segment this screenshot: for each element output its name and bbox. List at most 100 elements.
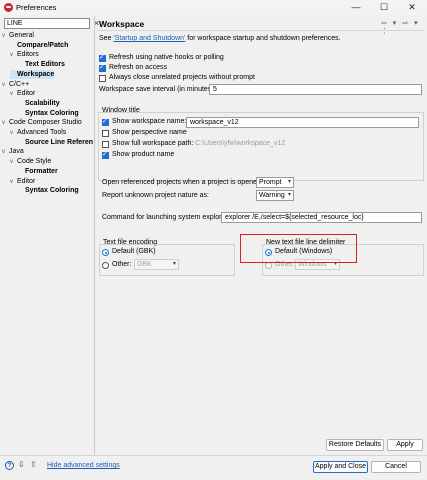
show-product-name-label: Show product name <box>112 151 175 158</box>
export-icon[interactable]: ⇧ <box>30 460 37 469</box>
tree-item-label: Editor <box>17 177 36 185</box>
page-title: Workspace <box>99 19 145 29</box>
show-perspective-checkbox[interactable] <box>102 130 109 137</box>
tree-item-label: Editors <box>17 51 39 59</box>
tree-item-label: Code Composer Studio <box>9 119 82 127</box>
title-divider <box>97 30 424 31</box>
chevron-down-icon: ▾ <box>287 179 291 185</box>
hide-advanced-link[interactable]: Hide advanced settings <box>47 462 120 469</box>
window-title: Preferences <box>16 3 57 12</box>
open-referenced-label: Open referenced projects when a project … <box>102 179 263 186</box>
refresh-native-label: Refresh using native hooks or polling <box>109 54 224 61</box>
intro-text: See 'Startup and Shutdown' for workspace… <box>99 35 341 42</box>
preference-tree: v General Compare/Patch v Editors Text Editor… <box>0 31 104 449</box>
tree-item-label: Source Line Referen <box>25 138 94 146</box>
tree-item[interactable]: Scalability <box>18 99 60 108</box>
restore-defaults-button[interactable]: Restore Defaults <box>326 439 384 451</box>
report-nature-label: Report unknown project nature as: <box>102 192 210 199</box>
refresh-on-access-label: Refresh on access <box>109 64 167 71</box>
tree-item-label: Code Style <box>17 158 52 166</box>
show-full-path-label: Show full workspace path: <box>112 140 194 147</box>
refresh-native-checkbox[interactable] <box>99 53 106 62</box>
history-nav-icons[interactable]: ⇦ ▾ ⇨ ▾ ⋮ <box>381 19 424 35</box>
apply-button[interactable]: Apply <box>387 439 423 451</box>
tree-item[interactable]: v Code Composer Studio <box>2 118 82 127</box>
expand-chevron-icon[interactable]: v <box>10 51 17 60</box>
explorer-command-label: Command for launching system explorer: <box>102 214 230 221</box>
maximize-button[interactable]: ☐ <box>370 1 398 14</box>
expand-chevron-icon[interactable]: v <box>2 32 9 41</box>
report-nature-combo[interactable]: Warning ▾ <box>256 190 294 201</box>
expand-chevron-icon[interactable]: v <box>10 158 17 167</box>
tree-item[interactable]: v Editors <box>10 50 39 59</box>
tree-item[interactable]: Formatter <box>18 167 58 176</box>
tree-item-label: C/C++ <box>9 80 30 88</box>
filter-input[interactable]: LINE <box>4 18 90 29</box>
tree-item[interactable]: v Advanced Tools <box>10 128 66 137</box>
expand-chevron-icon[interactable]: v <box>10 178 17 187</box>
intro-post: for workspace startup and shutdown prefe… <box>185 35 341 42</box>
expand-chevron-icon[interactable]: v <box>10 90 17 99</box>
show-workspace-name-label: Show workspace name: <box>112 118 187 125</box>
tree-item[interactable]: Workspace <box>10 69 55 79</box>
encoding-default-label: Default (GBK) <box>112 248 156 255</box>
tree-item-label: Scalability <box>25 99 60 107</box>
tree-item-label: Formatter <box>25 167 58 175</box>
tree-item[interactable]: v Java <box>2 147 24 156</box>
tree-item-label: Editor <box>17 90 36 98</box>
show-perspective-label: Show perspective name <box>112 129 187 136</box>
always-close-checkbox[interactable] <box>99 75 106 82</box>
tree-item-label: Java <box>9 148 24 156</box>
explorer-command-input[interactable]: explorer /E,/select=${selected_resource_… <box>221 212 422 223</box>
minimize-button[interactable]: — <box>342 1 370 14</box>
tree-item[interactable]: Syntax Coloring <box>18 186 79 195</box>
show-workspace-name-checkbox[interactable] <box>102 117 109 126</box>
show-full-path-checkbox[interactable] <box>102 141 109 148</box>
encoding-other-combo[interactable]: GBK ▾ <box>134 259 179 270</box>
save-interval-input[interactable]: 5 <box>209 84 422 95</box>
delimiter-other-radio[interactable] <box>265 262 272 269</box>
workspace-name-input[interactable]: workspace_v12 <box>186 117 419 128</box>
chevron-down-icon: ▾ <box>287 192 291 198</box>
tree-item[interactable]: v General <box>2 31 34 40</box>
open-referenced-combo[interactable]: Prompt ▾ <box>256 177 294 188</box>
open-referenced-value: Prompt <box>259 179 282 186</box>
sash-divider[interactable] <box>94 16 95 454</box>
apply-and-close-button[interactable]: Apply and Close <box>313 461 368 473</box>
report-nature-value: Warning <box>259 192 285 199</box>
startup-shutdown-link[interactable]: 'Startup and Shutdown' <box>113 35 185 42</box>
close-button[interactable]: ✕ <box>398 1 426 14</box>
app-logo-icon <box>4 3 13 12</box>
always-close-label: Always close unrelated projects without … <box>109 74 255 81</box>
full-path-value: C:\Users\yfw\workspace_v12 <box>195 140 286 147</box>
refresh-on-access-checkbox[interactable] <box>99 63 106 72</box>
expand-chevron-icon[interactable]: v <box>10 129 17 138</box>
help-icon[interactable]: ? <box>5 461 14 470</box>
tree-item[interactable]: v Editor <box>10 89 35 98</box>
encoding-other-radio[interactable] <box>102 262 109 269</box>
highlight-box <box>240 234 357 263</box>
encoding-other-value: GBK <box>137 261 152 268</box>
cancel-button[interactable]: Cancel <box>371 461 421 473</box>
tree-item[interactable]: Source Line Referen <box>18 138 93 147</box>
tree-item[interactable]: v C/C++ <box>2 80 29 89</box>
expand-chevron-icon[interactable]: v <box>2 81 9 90</box>
import-icon[interactable]: ⇩ <box>18 460 25 469</box>
chevron-down-icon: ▾ <box>172 261 176 267</box>
show-product-name-checkbox[interactable] <box>102 150 109 159</box>
intro-pre: See <box>99 35 114 42</box>
tree-item-label: Workspace <box>17 70 55 78</box>
save-interval-label: Workspace save interval (in minutes): <box>99 86 216 93</box>
tree-item-label: Advanced Tools <box>17 129 67 136</box>
expand-chevron-icon[interactable]: v <box>2 148 9 157</box>
encoding-other-label: Other: <box>112 261 132 268</box>
tree-item[interactable]: Text Editors <box>18 60 65 69</box>
tree-item[interactable]: Syntax Coloring <box>18 109 79 118</box>
tree-item[interactable]: v Editor <box>10 177 35 186</box>
tree-item-label: Syntax Coloring <box>25 187 79 195</box>
expand-chevron-icon[interactable]: v <box>2 119 9 128</box>
tree-item[interactable]: Compare/Patch <box>10 41 68 50</box>
tree-item-label: Syntax Coloring <box>25 109 79 117</box>
tree-item[interactable]: v Code Style <box>10 157 51 166</box>
encoding-default-radio[interactable] <box>102 249 109 256</box>
